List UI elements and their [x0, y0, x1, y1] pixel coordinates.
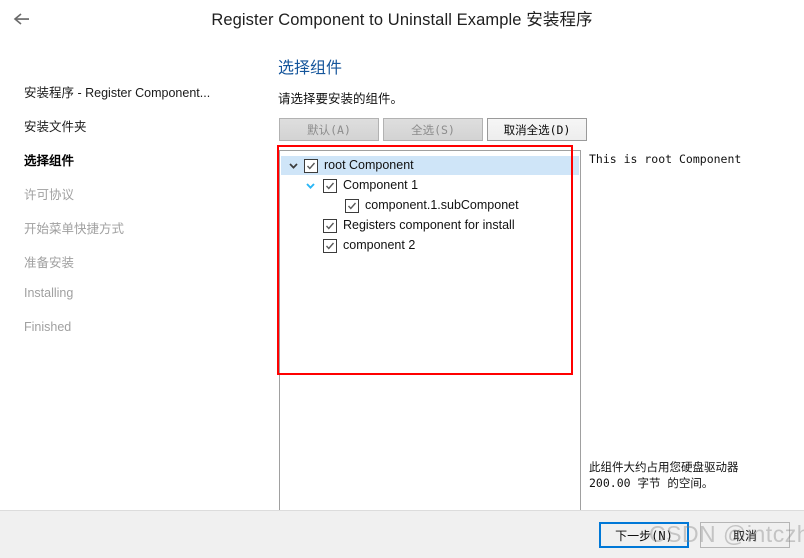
tree-row[interactable]: component.1.subComponet	[280, 196, 519, 215]
default-button[interactable]: 默认(A)	[279, 118, 379, 141]
tree-checkbox[interactable]	[323, 218, 337, 233]
deselect-all-button[interactable]: 取消全选(D)	[487, 118, 587, 141]
tree-checkbox[interactable]	[323, 178, 337, 193]
next-button[interactable]: 下一步(N)	[599, 522, 689, 548]
tree-row-label: component 2	[343, 238, 416, 253]
tree-checkbox[interactable]	[345, 198, 359, 213]
page-title: 选择组件	[278, 60, 343, 77]
disk-space-line-2: 200.00 字节 的空间。	[589, 476, 714, 490]
tree-row[interactable]: Component 1	[280, 176, 418, 195]
tree-row-label: Component 1	[343, 178, 419, 193]
disk-space-line-1: 此组件大约占用您硬盘驱动器	[589, 460, 739, 474]
sidebar-item-components[interactable]: 选择组件	[24, 150, 74, 169]
sidebar-item-shortcuts[interactable]: 开始菜单快捷方式	[24, 218, 124, 237]
tree-checkbox[interactable]	[323, 238, 337, 253]
tree-row-label: Registers component for install	[343, 218, 515, 233]
footer-bar: 下一步(N) 取消	[0, 510, 804, 558]
title-bar: Register Component to Uninstall Example …	[0, 0, 804, 38]
tree-row[interactable]: Registers component for install	[280, 216, 515, 235]
select-all-button[interactable]: 全选(S)	[383, 118, 483, 141]
cancel-button[interactable]: 取消	[700, 522, 790, 548]
tree-row-label: root Component	[324, 158, 414, 173]
tree-row-label: component.1.subComponet	[365, 198, 519, 213]
component-description: This is root Component	[589, 152, 742, 166]
sidebar-item-setup[interactable]: 安装程序 - Register Component...	[24, 82, 210, 101]
main-panel: 选择组件 请选择要安装的组件。 默认(A) 全选(S) 取消全选(D) root…	[262, 38, 804, 531]
tree-row[interactable]: component 2	[280, 236, 415, 255]
sidebar-item-folder[interactable]: 安装文件夹	[24, 116, 87, 135]
disk-space-info: 此组件大约占用您硬盘驱动器 200.00 字节 的空间。	[589, 459, 804, 491]
window-title: Register Component to Uninstall Example …	[211, 11, 593, 29]
sidebar: 安装程序 - Register Component... 安装文件夹 选择组件 …	[0, 38, 262, 510]
tree-row[interactable]: root Component	[281, 156, 579, 175]
component-tree[interactable]: root Component Component 1 component.1.s…	[279, 150, 581, 531]
chevron-down-icon[interactable]	[302, 178, 318, 194]
chevron-down-icon[interactable]	[285, 158, 301, 174]
sidebar-item-ready[interactable]: 准备安装	[24, 252, 74, 271]
tree-checkbox[interactable]	[304, 158, 318, 173]
sidebar-item-license[interactable]: 许可协议	[24, 184, 74, 203]
page-subtitle: 请选择要安装的组件。	[278, 92, 404, 106]
sidebar-item-finished[interactable]: Finished	[24, 320, 71, 334]
sidebar-item-installing[interactable]: Installing	[24, 286, 73, 300]
